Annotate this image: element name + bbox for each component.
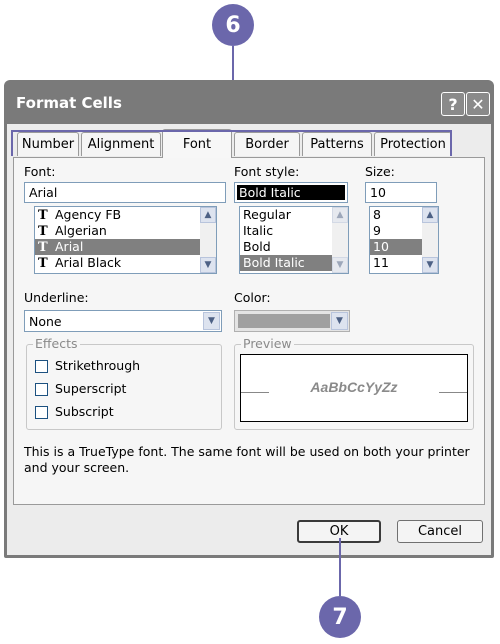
size-list[interactable]: 8 9 10 11 ▲ ▼ bbox=[369, 206, 439, 274]
preview-box: AaBbCcYyZz bbox=[240, 354, 468, 422]
list-item-selected[interactable]: T Arial bbox=[35, 239, 216, 255]
callout-bracket-left bbox=[11, 130, 13, 156]
scroll-down-icon[interactable]: ▼ bbox=[332, 257, 348, 273]
superscript-label[interactable]: Superscript bbox=[55, 381, 126, 396]
effects-group: Effects Strikethrough Superscript Subscr… bbox=[26, 336, 222, 430]
callout-bracket-right bbox=[450, 130, 452, 156]
underline-select[interactable]: None ▼ bbox=[24, 310, 222, 332]
title-bar[interactable]: Format Cells ? ✕ bbox=[7, 80, 491, 124]
dialog-title: Format Cells bbox=[16, 94, 122, 112]
color-label: Color: bbox=[234, 290, 271, 305]
font-style-input-selected-text: Bold Italic bbox=[237, 185, 345, 200]
superscript-checkbox[interactable] bbox=[35, 383, 48, 396]
truetype-icon: T bbox=[38, 224, 48, 239]
truetype-icon: T bbox=[38, 256, 48, 271]
font-style-list-scrollbar[interactable]: ▲ ▼ bbox=[332, 207, 348, 273]
font-style-input[interactable]: Bold Italic bbox=[234, 182, 348, 203]
scroll-up-icon[interactable]: ▲ bbox=[200, 207, 216, 223]
tab-patterns[interactable]: Patterns bbox=[302, 132, 372, 156]
callout-badge-7: 7 bbox=[319, 596, 361, 638]
help-button[interactable]: ? bbox=[441, 92, 465, 116]
callout-badge-6: 6 bbox=[212, 4, 254, 46]
underline-value: None bbox=[29, 314, 62, 329]
tab-protection[interactable]: Protection bbox=[374, 132, 452, 156]
scroll-down-icon[interactable]: ▼ bbox=[200, 257, 216, 273]
size-input[interactable]: 10 bbox=[365, 182, 437, 203]
truetype-icon: T bbox=[38, 208, 48, 223]
font-input[interactable]: Arial bbox=[24, 182, 226, 203]
truetype-note-line2: and your screen. bbox=[24, 460, 130, 475]
subscript-checkbox[interactable] bbox=[35, 406, 48, 419]
truetype-icon: T bbox=[38, 240, 48, 255]
preview-group: Preview AaBbCcYyZz bbox=[234, 336, 474, 430]
size-label: Size: bbox=[365, 164, 395, 179]
preview-sample-text: AaBbCcYyZz bbox=[310, 379, 398, 395]
callout-leader-line bbox=[339, 538, 341, 596]
tab-border[interactable]: Border bbox=[234, 132, 300, 156]
list-item[interactable]: T Algerian bbox=[35, 223, 216, 239]
format-cells-dialog: Format Cells ? ✕ Number Alignment Font B… bbox=[4, 80, 494, 558]
font-list[interactable]: T Agency FB T Algerian T Arial T Arial Black… bbox=[34, 206, 217, 274]
close-button[interactable]: ✕ bbox=[466, 92, 490, 116]
tab-font[interactable]: Font bbox=[162, 129, 232, 158]
tab-number[interactable]: Number bbox=[17, 132, 79, 156]
chevron-down-icon[interactable]: ▼ bbox=[331, 312, 348, 330]
strikethrough-label[interactable]: Strikethrough bbox=[55, 358, 140, 373]
color-swatch bbox=[238, 314, 330, 328]
dialog-client-area: Number Alignment Font Border Patterns Pr… bbox=[7, 124, 491, 555]
preview-label: Preview bbox=[241, 336, 294, 351]
scroll-down-icon[interactable]: ▼ bbox=[422, 257, 438, 273]
size-list-scrollbar[interactable]: ▲ ▼ bbox=[422, 207, 438, 273]
underline-label: Underline: bbox=[24, 290, 89, 305]
callout-number: 7 bbox=[332, 604, 348, 630]
font-tab-panel: Font: Arial T Agency FB T Algerian T Arial … bbox=[13, 157, 485, 505]
cancel-button[interactable]: Cancel bbox=[397, 520, 483, 543]
list-item[interactable]: T Arial Black bbox=[35, 255, 216, 271]
list-item[interactable]: T Agency FB bbox=[35, 207, 216, 223]
scroll-up-icon[interactable]: ▲ bbox=[332, 207, 348, 223]
effects-label: Effects bbox=[33, 336, 80, 351]
font-label: Font: bbox=[24, 164, 56, 179]
callout-bracket bbox=[11, 130, 452, 132]
scroll-up-icon[interactable]: ▲ bbox=[422, 207, 438, 223]
subscript-label[interactable]: Subscript bbox=[55, 404, 114, 419]
tab-alignment[interactable]: Alignment bbox=[81, 132, 161, 156]
font-style-label: Font style: bbox=[234, 164, 300, 179]
truetype-note-line1: This is a TrueType font. The same font w… bbox=[24, 444, 470, 459]
strikethrough-checkbox[interactable] bbox=[35, 360, 48, 373]
color-select[interactable]: ▼ bbox=[234, 310, 350, 332]
font-style-list[interactable]: Regular Italic Bold Bold Italic ▲ ▼ bbox=[239, 206, 349, 274]
chevron-down-icon[interactable]: ▼ bbox=[203, 312, 220, 330]
callout-number: 6 bbox=[225, 12, 241, 38]
font-list-scrollbar[interactable]: ▲ ▼ bbox=[200, 207, 216, 273]
